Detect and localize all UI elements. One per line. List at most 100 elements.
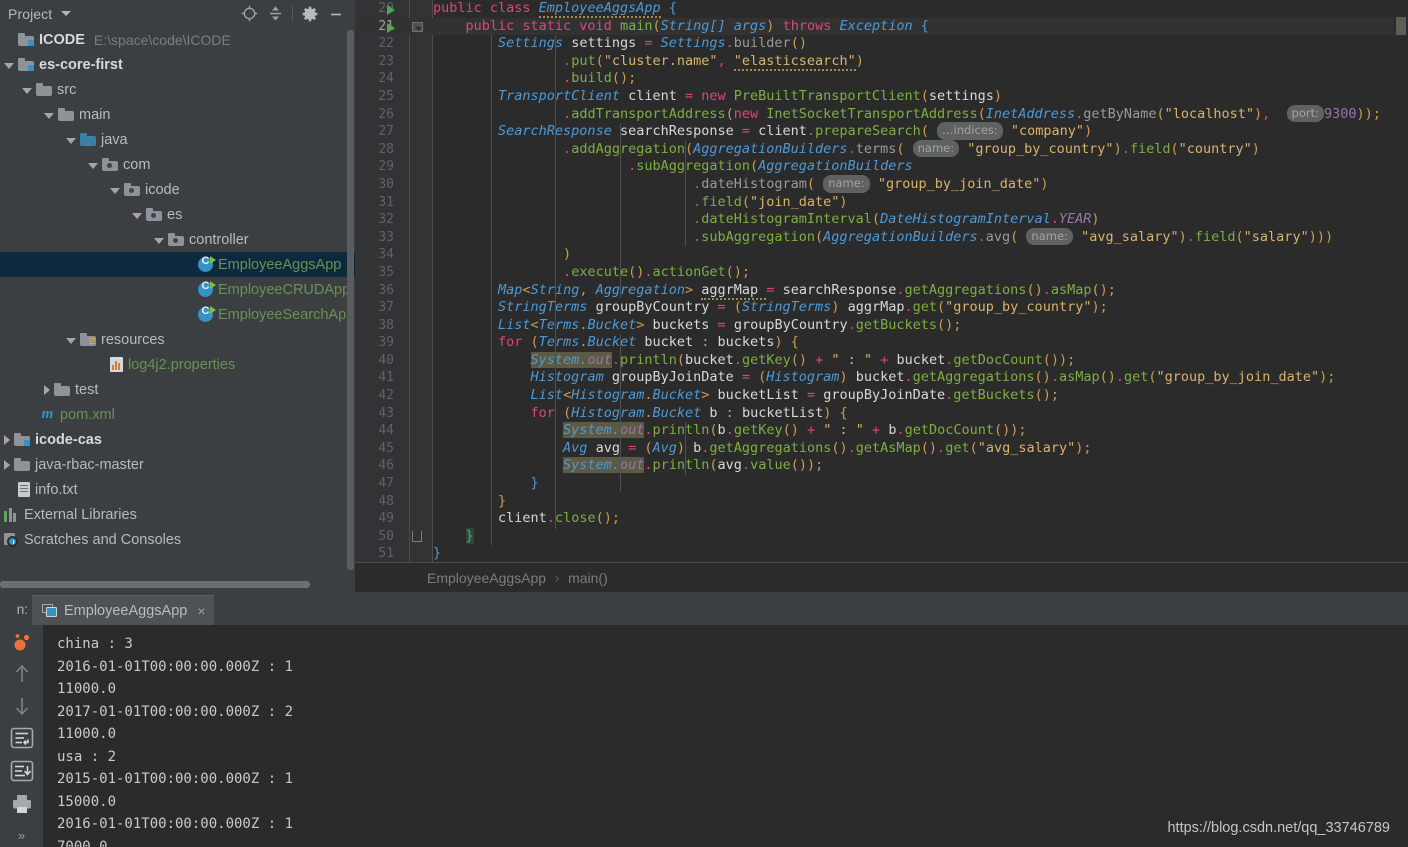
- code-line-20[interactable]: 20 public class EmployeeAggsApp {: [355, 0, 1408, 18]
- code-line-22[interactable]: 22 Settings settings = Settings.builder(…: [355, 35, 1408, 53]
- code-line-35[interactable]: 35 .execute().actionGet();: [355, 264, 1408, 282]
- tree-node-info-txt[interactable]: info.txt: [0, 477, 355, 502]
- twisty-open-icon[interactable]: [66, 137, 76, 144]
- scroll-to-end-icon[interactable]: [8, 759, 36, 783]
- code-line-40[interactable]: 40 System.out.println(bucket.getKey() + …: [355, 351, 1408, 370]
- twisty-closed-icon[interactable]: [44, 384, 50, 395]
- tree-node-pom-xml[interactable]: m pom.xml: [0, 402, 355, 427]
- tree-node-test[interactable]: test: [0, 377, 355, 402]
- code-line-49[interactable]: 49 client.close();: [355, 510, 1408, 528]
- editor-vertical-scrollbar[interactable]: [1394, 0, 1408, 592]
- line-number: 22: [378, 36, 394, 52]
- code-line-51[interactable]: 51 }: [355, 545, 1408, 563]
- run-gutter-icon[interactable]: [387, 5, 395, 15]
- tree-node-icode-pkg[interactable]: icode: [0, 177, 355, 202]
- code-line-29[interactable]: 29 .subAggregation(AggregationBuilders: [355, 158, 1408, 176]
- tree-node-src[interactable]: src: [0, 77, 355, 102]
- soft-wrap-icon[interactable]: [8, 726, 36, 750]
- close-icon[interactable]: ×: [197, 603, 205, 619]
- code-line-47[interactable]: 47 }: [355, 475, 1408, 493]
- editor-code-area[interactable]: 20 public class EmployeeAggsApp { 21 pub…: [355, 0, 1408, 563]
- tree-node-main[interactable]: main: [0, 102, 355, 127]
- code-line-46[interactable]: 46 System.out.println(avg.value());: [355, 457, 1408, 475]
- project-panel-title[interactable]: Project: [8, 6, 52, 22]
- tree-node-icode[interactable]: ICODE E:\space\code\ICODE: [0, 27, 355, 52]
- arrow-up-icon[interactable]: [8, 663, 36, 686]
- tree-node-employee-aggs-app[interactable]: EmployeeAggsApp: [0, 252, 355, 277]
- fold-collapse-icon[interactable]: [412, 21, 423, 32]
- tree-node-scratches-and-consoles[interactable]: Scratches and Consoles: [0, 527, 355, 552]
- twisty-open-icon[interactable]: [44, 112, 54, 119]
- watermark-url: https://blog.csdn.net/qq_33746789: [1167, 819, 1390, 836]
- tree-node-controller[interactable]: controller: [0, 227, 355, 252]
- code-line-23[interactable]: 23 .put("cluster.name", "elasticsearch"): [355, 52, 1408, 71]
- code-line-24[interactable]: 24 .build();: [355, 70, 1408, 88]
- breadcrumb[interactable]: EmployeeAggsApp › main(): [355, 562, 1408, 592]
- expand-icon[interactable]: »: [8, 824, 36, 847]
- code-editor[interactable]: 20 public class EmployeeAggsApp { 21 pub…: [355, 0, 1408, 592]
- twisty-open-icon[interactable]: [110, 187, 120, 194]
- code-line-30[interactable]: 30 .dateHistogram( name: "group_by_join_…: [355, 174, 1408, 194]
- code-line-48[interactable]: 48 }: [355, 493, 1408, 511]
- tree-node-employee-crud-app[interactable]: EmployeeCRUDApp: [0, 277, 355, 302]
- breadcrumb-method[interactable]: main(): [568, 570, 608, 586]
- console-tab-employee-aggs-app[interactable]: EmployeeAggsApp ×: [32, 595, 214, 625]
- code-line-27[interactable]: 27 SearchResponse searchResponse = clien…: [355, 122, 1408, 141]
- code-line-45[interactable]: 45 Avg avg = (Avg) b.getAggregations().g…: [355, 440, 1408, 458]
- code-line-44[interactable]: 44 System.out.println(b.getKey() + " : "…: [355, 422, 1408, 440]
- tree-node-employee-search-app[interactable]: EmployeeSearchApp: [0, 302, 355, 327]
- twisty-open-icon[interactable]: [132, 212, 142, 219]
- code-line-43[interactable]: 43 for (Histogram.Bucket b : bucketList)…: [355, 405, 1408, 423]
- code-text: System.out.println(b.getKey() + " : " + …: [563, 422, 1027, 439]
- twisty-open-icon[interactable]: [66, 337, 76, 344]
- tree-node-resources[interactable]: resources: [0, 327, 355, 352]
- tree-node-es[interactable]: es: [0, 202, 355, 227]
- run-gutter-icon[interactable]: [387, 22, 395, 33]
- code-line-42[interactable]: 42 List<Histogram.Bucket> bucketList = g…: [355, 387, 1408, 405]
- chevron-down-icon[interactable]: [61, 11, 72, 16]
- code-line-38[interactable]: 38 List<Terms.Bucket> buckets = groupByC…: [355, 317, 1408, 335]
- run-window-label: n:: [16, 602, 28, 617]
- tree-node-com[interactable]: com: [0, 152, 355, 177]
- locate-icon[interactable]: [236, 3, 262, 25]
- tree-node-icode-cas[interactable]: icode-cas: [0, 427, 355, 452]
- console-output[interactable]: china : 3 2016-01-01T00:00:00.000Z : 1 1…: [43, 625, 1408, 847]
- project-panel-vertical-scrollbar[interactable]: [347, 30, 354, 570]
- code-line-33[interactable]: 33 .subAggregation(AggregationBuilders.a…: [355, 227, 1408, 247]
- minimize-icon[interactable]: [323, 3, 349, 25]
- twisty-open-icon[interactable]: [22, 87, 32, 94]
- twisty-closed-icon[interactable]: [4, 434, 10, 445]
- code-line-41[interactable]: 41 Histogram groupByJoinDate = (Histogra…: [355, 369, 1408, 387]
- code-line-28[interactable]: 28 .addAggregation(AggregationBuilders.t…: [355, 139, 1408, 159]
- code-line-34[interactable]: 34 ): [355, 246, 1408, 264]
- code-line-36[interactable]: 36 Map<String, Aggregation> aggrMap = se…: [355, 281, 1408, 300]
- code-line-25[interactable]: 25 TransportClient client = new PreBuilt…: [355, 88, 1408, 106]
- code-line-31[interactable]: 31 .field("join_date"): [355, 194, 1408, 212]
- code-line-37[interactable]: 37 StringTerms groupByCountry = (StringT…: [355, 299, 1408, 317]
- code-line-50[interactable]: 50 }: [355, 527, 1408, 546]
- twisty-closed-icon[interactable]: [4, 459, 10, 470]
- fold-end-marker[interactable]: [412, 530, 422, 542]
- project-tree[interactable]: ICODE E:\space\code\ICODE es-core-first …: [0, 27, 355, 552]
- arrow-down-icon[interactable]: [8, 695, 36, 718]
- rerun-icon[interactable]: [8, 631, 36, 654]
- collapse-all-icon[interactable]: [262, 3, 288, 25]
- project-panel-horizontal-scrollbar[interactable]: [0, 581, 310, 588]
- code-line-21[interactable]: 21 public static void main(String[] args…: [355, 17, 1408, 36]
- code-line-26[interactable]: 26 .addTransportAddress(new InetSocketTr…: [355, 104, 1408, 124]
- code-line-39[interactable]: 39 for (Terms.Bucket bucket : buckets) {: [355, 334, 1408, 352]
- tree-node-java-rbac-master[interactable]: java-rbac-master: [0, 452, 355, 477]
- twisty-open-icon[interactable]: [4, 62, 14, 69]
- gear-icon[interactable]: [297, 3, 323, 25]
- tree-node-log4j2-properties[interactable]: log4j2.properties: [0, 352, 355, 377]
- tree-node-es-core-first[interactable]: es-core-first: [0, 52, 355, 77]
- code-line-32[interactable]: 32 .dateHistogramInterval(DateHistogramI…: [355, 211, 1408, 229]
- print-icon[interactable]: [8, 792, 36, 815]
- tree-node-external-libraries[interactable]: External Libraries: [0, 502, 355, 527]
- line-number: 37: [378, 300, 394, 316]
- editor-scroll-thumb[interactable]: [1396, 17, 1406, 35]
- breadcrumb-class[interactable]: EmployeeAggsApp: [427, 570, 546, 586]
- twisty-open-icon[interactable]: [154, 237, 164, 244]
- tree-node-java[interactable]: java: [0, 127, 355, 152]
- twisty-open-icon[interactable]: [88, 162, 98, 169]
